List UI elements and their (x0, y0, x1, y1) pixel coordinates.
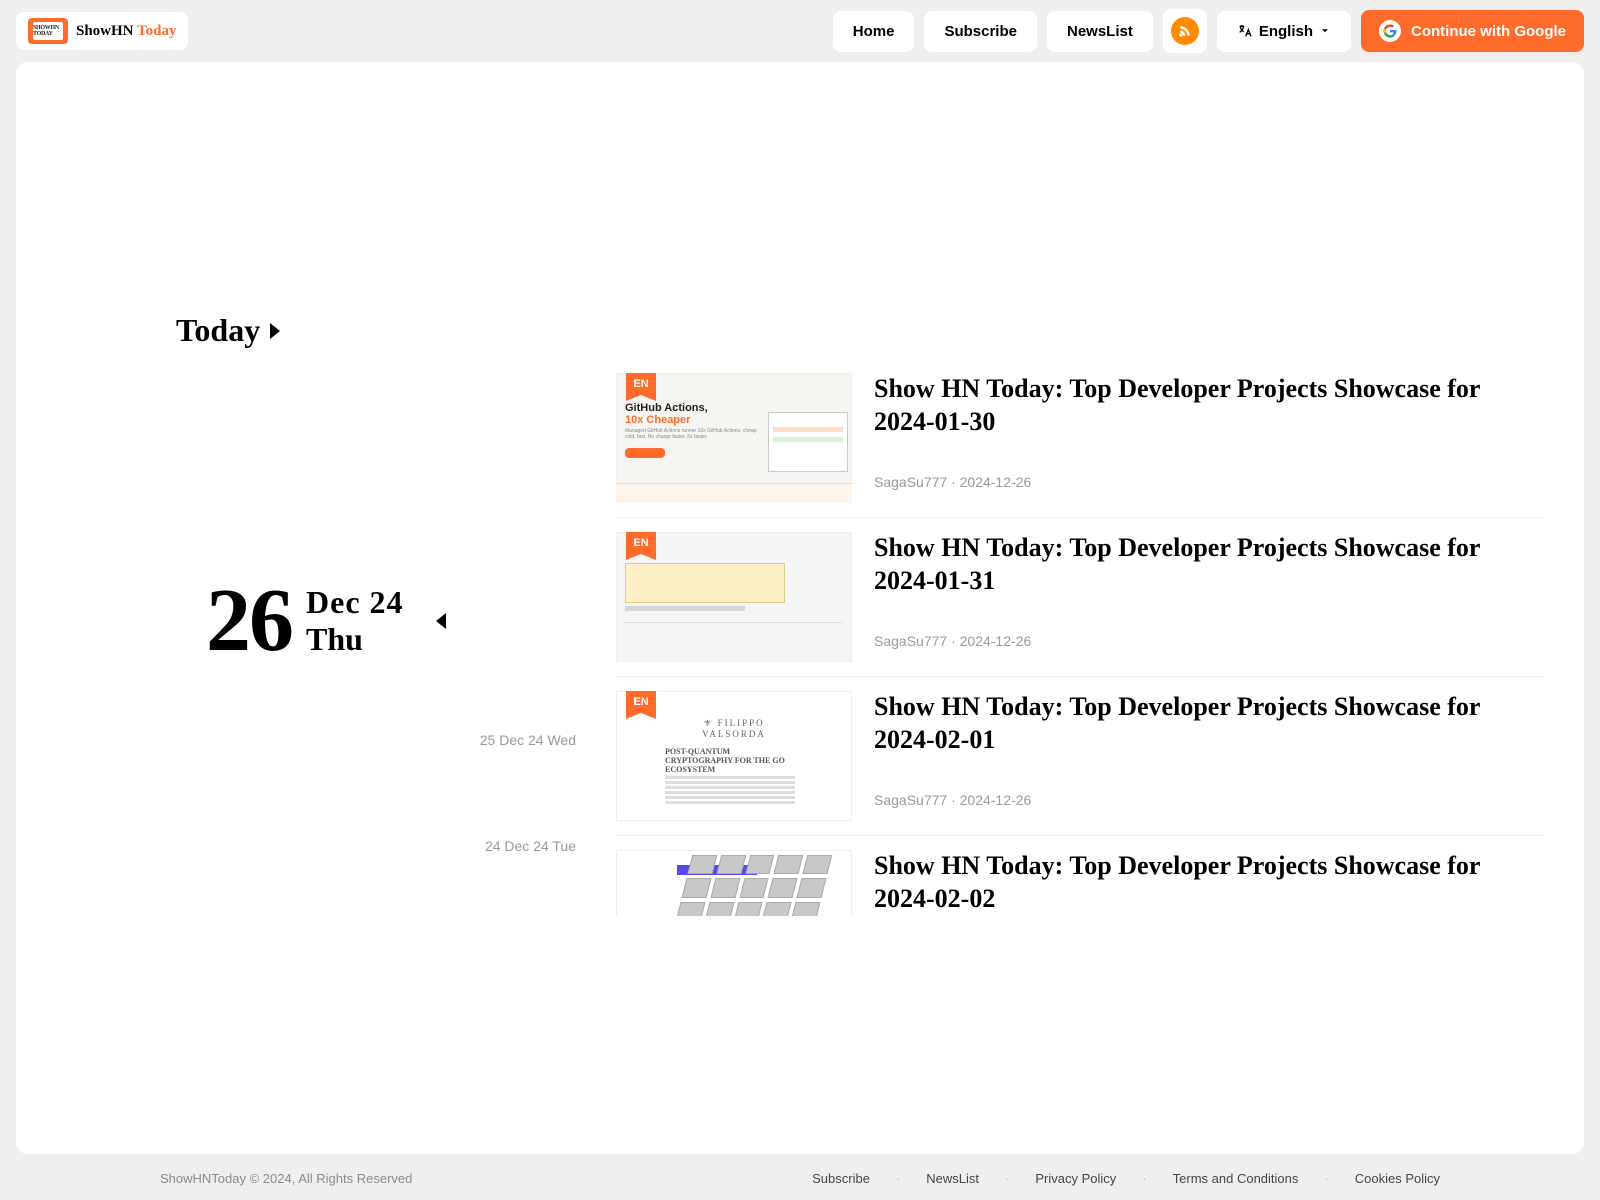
prev-date-1[interactable]: 25 Dec 24 Wed (206, 732, 576, 748)
content-row: 26 Dec 24 Thu 25 Dec 24 Wed 24 Dec 24 Tu… (56, 419, 1544, 944)
article-thumbnail[interactable]: EN GitHub Actions,10x Cheaper Managed Gi… (616, 373, 852, 503)
nav-newslist-button[interactable]: NewsList (1047, 11, 1153, 52)
article-meta: Show HN Today: Top Developer Projects Sh… (874, 691, 1544, 821)
article-title[interactable]: Show HN Today: Top Developer Projects Sh… (874, 691, 1544, 756)
date-prev-icon[interactable] (436, 613, 446, 629)
google-btn-label: Continue with Google (1411, 23, 1566, 40)
footer-link-privacy[interactable]: Privacy Policy (1035, 1171, 1116, 1186)
article-row: EN Show HN Today: Top Developer Projects… (616, 518, 1544, 677)
footer-copyright: ShowHNToday © 2024, All Rights Reserved (160, 1171, 412, 1186)
article-byline: SagaSu777 · 2024-12-26 (874, 633, 1544, 649)
google-icon (1379, 20, 1401, 42)
current-month-year: Dec 24 (306, 584, 404, 621)
current-date: 26 Dec 24 Thu (206, 569, 616, 672)
chevron-down-icon (1319, 25, 1331, 37)
brand-name-accent: Today (137, 23, 176, 39)
footer-link-cookies[interactable]: Cookies Policy (1355, 1171, 1440, 1186)
article-title[interactable]: Show HN Today: Top Developer Projects Sh… (874, 373, 1544, 438)
lang-ribbon: EN (626, 691, 656, 713)
language-selector[interactable]: English (1217, 11, 1351, 52)
header: SHOWHN TODAY ShowHN Today Home Subscribe… (0, 0, 1600, 62)
footer-links: Subscribe· NewsList· Privacy Policy· Ter… (812, 1171, 1440, 1186)
article-row: EN ⚜ FILIPPOVALSORDA POST-QUANTUM CRYPTO… (616, 677, 1544, 836)
article-meta: Show HN Today: Top Developer Projects Sh… (874, 532, 1544, 662)
articles-list: EN GitHub Actions,10x Cheaper Managed Gi… (616, 359, 1544, 944)
today-heading[interactable]: Today (176, 312, 1544, 349)
article-byline: SagaSu777 · 2024-12-26 (874, 792, 1544, 808)
article-meta: Show HN Today: Top Developer Projects Sh… (874, 850, 1544, 902)
article-title[interactable]: Show HN Today: Top Developer Projects Sh… (874, 850, 1544, 915)
article-row: EN GitHub Actions,10x Cheaper Managed Gi… (616, 359, 1544, 518)
current-dow: Thu (306, 621, 404, 658)
brand-name-main: ShowHN (76, 23, 137, 39)
article-meta: Show HN Today: Top Developer Projects Sh… (874, 373, 1544, 503)
continue-with-google-button[interactable]: Continue with Google (1361, 10, 1584, 52)
rss-icon (1171, 17, 1199, 45)
article-thumbnail[interactable]: EN (616, 532, 852, 662)
rss-button[interactable] (1163, 9, 1207, 53)
footer: ShowHNToday © 2024, All Rights Reserved … (0, 1157, 1600, 1200)
previous-dates: 25 Dec 24 Wed 24 Dec 24 Tue (206, 732, 616, 854)
logo-badge-icon: SHOWHN TODAY (28, 18, 68, 44)
today-expand-icon (270, 323, 280, 339)
brand-logo[interactable]: SHOWHN TODAY ShowHN Today (16, 12, 188, 50)
footer-link-subscribe[interactable]: Subscribe (812, 1171, 870, 1186)
lang-ribbon: EN (626, 373, 656, 395)
lang-label: English (1259, 23, 1313, 40)
prev-date-2[interactable]: 24 Dec 24 Tue (206, 838, 576, 854)
footer-link-terms[interactable]: Terms and Conditions (1173, 1171, 1299, 1186)
article-thumbnail[interactable]: EN ⚜ FILIPPOVALSORDA POST-QUANTUM CRYPTO… (616, 691, 852, 821)
article-thumbnail[interactable]: EN (616, 850, 852, 916)
main-card: Today 26 Dec 24 Thu 25 Dec 24 Wed 24 Dec… (16, 62, 1584, 1154)
logo-badge-text: SHOWHN TODAY (33, 22, 63, 40)
nav-home-button[interactable]: Home (833, 11, 915, 52)
current-day: 26 (206, 569, 292, 672)
nav-bar: Home Subscribe NewsList English Continue… (833, 9, 1584, 53)
translate-icon (1237, 23, 1253, 39)
today-heading-text: Today (176, 312, 260, 349)
nav-subscribe-button[interactable]: Subscribe (924, 11, 1037, 52)
footer-link-newslist[interactable]: NewsList (926, 1171, 979, 1186)
thumb-image-4 (616, 850, 852, 916)
brand-name: ShowHN Today (76, 23, 176, 40)
article-byline: SagaSu777 · 2024-12-26 (874, 474, 1544, 490)
article-title[interactable]: Show HN Today: Top Developer Projects Sh… (874, 532, 1544, 597)
lang-ribbon: EN (626, 532, 656, 554)
date-column: 26 Dec 24 Thu 25 Dec 24 Wed 24 Dec 24 Tu… (56, 419, 616, 944)
article-row: EN Show HN Today: Top Developer Projects… (616, 836, 1544, 916)
